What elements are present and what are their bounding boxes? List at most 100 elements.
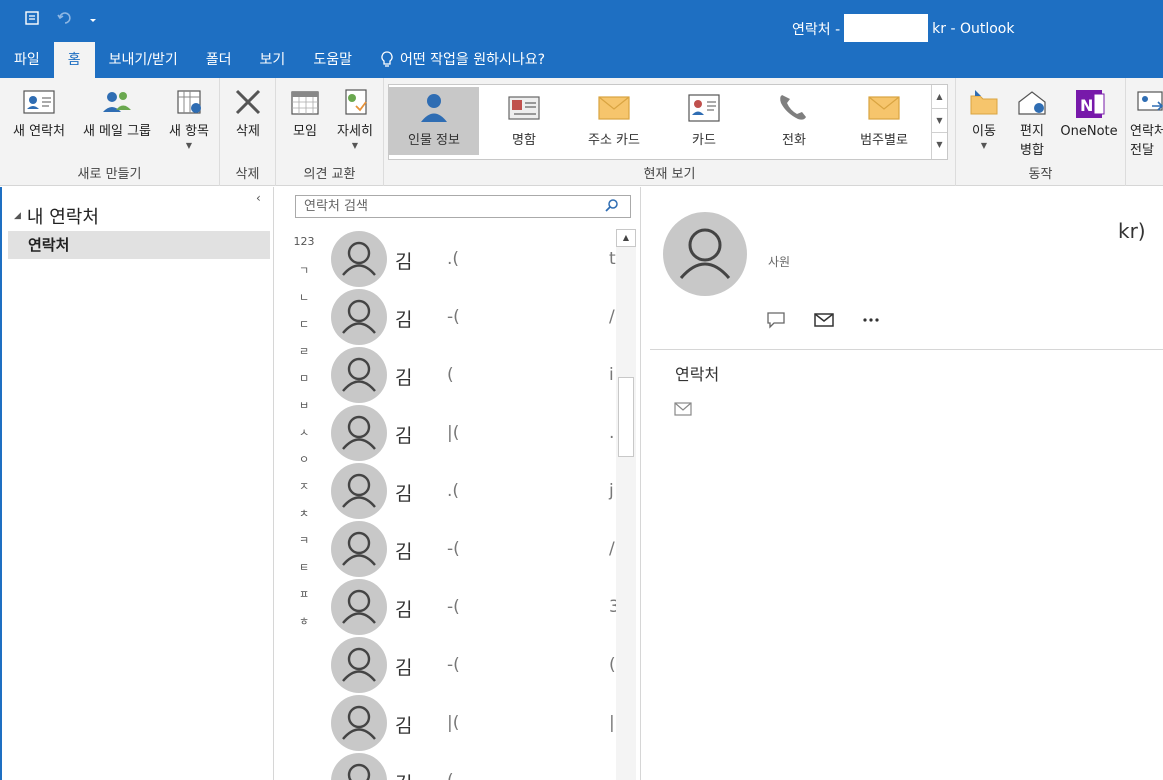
folder-move-icon [970,90,998,115]
contact-row[interactable]: 김 |(. [331,403,617,461]
person-placeholder-icon [342,299,376,334]
collapse-pane-icon[interactable]: ‹ [256,191,261,205]
chat-icon[interactable] [766,311,786,329]
forward-contact-button[interactable]: 연락처 전달 [1130,88,1163,158]
search-placeholder: 연락처 검색 [304,199,368,214]
alpha-index-item[interactable]: ㅈ [291,478,317,505]
chevron-down-icon: ▼ [980,141,988,150]
tab-view[interactable]: 보기 [246,42,300,78]
new-items-label: 새 항목 [168,124,209,139]
scroll-up-icon[interactable]: ▲ [616,229,636,247]
more-button[interactable]: 자세히 ▼ [330,88,380,150]
ribbon-tabs: 파일 홈 보내기/받기 폴더 보기 도움말 어떤 작업을 원하시나요? [0,42,1163,78]
contact-row[interactable]: 김 -(/ [331,519,617,577]
chevron-down-icon: ▼ [185,141,193,150]
move-label: 이동 [972,124,996,139]
view-people-label: 인물 정보 [408,133,460,148]
gallery-scroll[interactable]: ▲ ▼ ▼ [931,85,947,159]
contact-row[interactable]: 김 .(t [331,229,617,287]
contact-row[interactable]: 김 -(3 [331,577,617,635]
move-button[interactable]: 이동 ▼ [962,88,1006,150]
view-card[interactable]: 카드 [659,87,749,155]
contact-row[interactable]: 김 (i [331,345,617,403]
envelope-icon [598,96,630,120]
alpha-index-item[interactable]: ㅅ [291,424,317,451]
avatar [331,637,387,693]
mail-merge-button[interactable]: 편지 병합 [1010,88,1054,158]
alpha-index-item[interactable]: ㄱ [291,262,317,289]
view-people[interactable]: 인물 정보 [389,87,479,155]
scroll-thumb[interactable] [618,377,634,457]
contact-row[interactable]: 김 |(| [331,693,617,751]
contact-row[interactable]: 김 -(/ [331,287,617,345]
contact-title: 사원 [768,255,791,269]
quick-access-toolbar [24,9,98,31]
alpha-index-item[interactable]: ㅁ [291,370,317,397]
contact-row[interactable]: 김 (. [331,751,617,780]
gallery-down-icon[interactable]: ▼ [932,109,947,133]
folder-item-contacts[interactable]: 연락처 [8,231,270,259]
contact-name: 김 [395,251,413,273]
undo-icon[interactable] [56,9,74,31]
alpha-index-item[interactable]: ㅇ [291,451,317,478]
title-suffix: kr - Outlook [932,21,1015,37]
tab-file[interactable]: 파일 [0,42,54,78]
contact-name: 김 [395,541,413,563]
my-contacts-header[interactable]: ◢ 내 연락처 [14,203,99,229]
new-contact-button[interactable]: 새 연락처 [6,88,72,139]
group-label-actions: 동작 [1028,167,1053,182]
tell-me-search[interactable]: 어떤 작업을 원하시나요? [366,42,559,78]
alpha-index-item[interactable]: ㅊ [291,505,317,532]
alpha-index-item[interactable]: ㅂ [291,397,317,424]
view-business-card[interactable]: 명함 [479,87,569,155]
send-receive-icon[interactable] [24,9,42,31]
alpha-index-item[interactable]: 123 [291,235,317,262]
tab-home[interactable]: 홈 [53,42,95,78]
contact-name: 김 [395,599,413,621]
new-contact-label: 새 연락처 [13,124,65,139]
new-group-button[interactable]: 새 메일 그룹 [76,88,158,139]
alpha-index-item[interactable]: ㄷ [291,316,317,343]
customize-toolbar-icon[interactable] [88,12,98,28]
person-placeholder-icon [342,473,376,508]
title-bar: 연락처 - kr - Outlook [0,0,1163,46]
contact-detail-fragment: -( [447,597,460,617]
alpha-index-item[interactable]: ㄴ [291,289,317,316]
contact-card-icon [688,94,720,122]
contact-name: 김 [395,657,413,679]
person-placeholder-icon [342,357,376,392]
onenote-button[interactable]: N OneNote [1056,88,1122,139]
alpha-index-item[interactable]: ㅌ [291,559,317,586]
alpha-index-item[interactable]: ㄹ [291,343,317,370]
alpha-index-item[interactable]: ㅍ [291,586,317,613]
mail-icon[interactable] [814,312,834,328]
avatar [331,695,387,751]
view-address-card[interactable]: 주소 카드 [569,87,659,155]
new-items-button[interactable]: 새 항목 ▼ [162,88,216,150]
ribbon-group-delete: 삭제 삭제 [220,78,276,186]
alpha-index-item[interactable]: ㅎ [291,613,317,640]
search-icon[interactable] [604,198,620,214]
gallery-expand-icon[interactable]: ▼ [932,133,947,157]
view-by-category[interactable]: 범주별로 [839,87,929,155]
expand-triangle-icon[interactable]: ◢ [14,211,21,221]
contact-row[interactable]: 김 -(( [331,635,617,693]
gallery-up-icon[interactable]: ▲ [932,85,947,109]
contact-detail-fragment: |( [447,423,460,443]
contact-email-fragment: t [609,249,616,269]
mail-merge-label-2: 병합 [1020,143,1044,158]
tab-folder[interactable]: 폴더 [192,42,246,78]
tab-help[interactable]: 도움말 [299,42,366,78]
tab-send-receive[interactable]: 보내기/받기 [95,42,192,78]
meeting-button[interactable]: 모임 [284,88,326,139]
search-contacts-input[interactable]: 연락처 검색 [295,195,631,218]
delete-button[interactable]: 삭제 [224,88,272,139]
forward-label-1: 연락처 [1130,124,1163,139]
list-scrollbar[interactable]: ▲ [616,229,636,780]
view-phone[interactable]: 전화 [749,87,839,155]
new-items-icon [177,90,201,114]
contact-row[interactable]: 김 .(j [331,461,617,519]
contact-photo [663,212,747,296]
alpha-index-item[interactable]: ㅋ [291,532,317,559]
more-actions-icon[interactable] [862,317,880,323]
